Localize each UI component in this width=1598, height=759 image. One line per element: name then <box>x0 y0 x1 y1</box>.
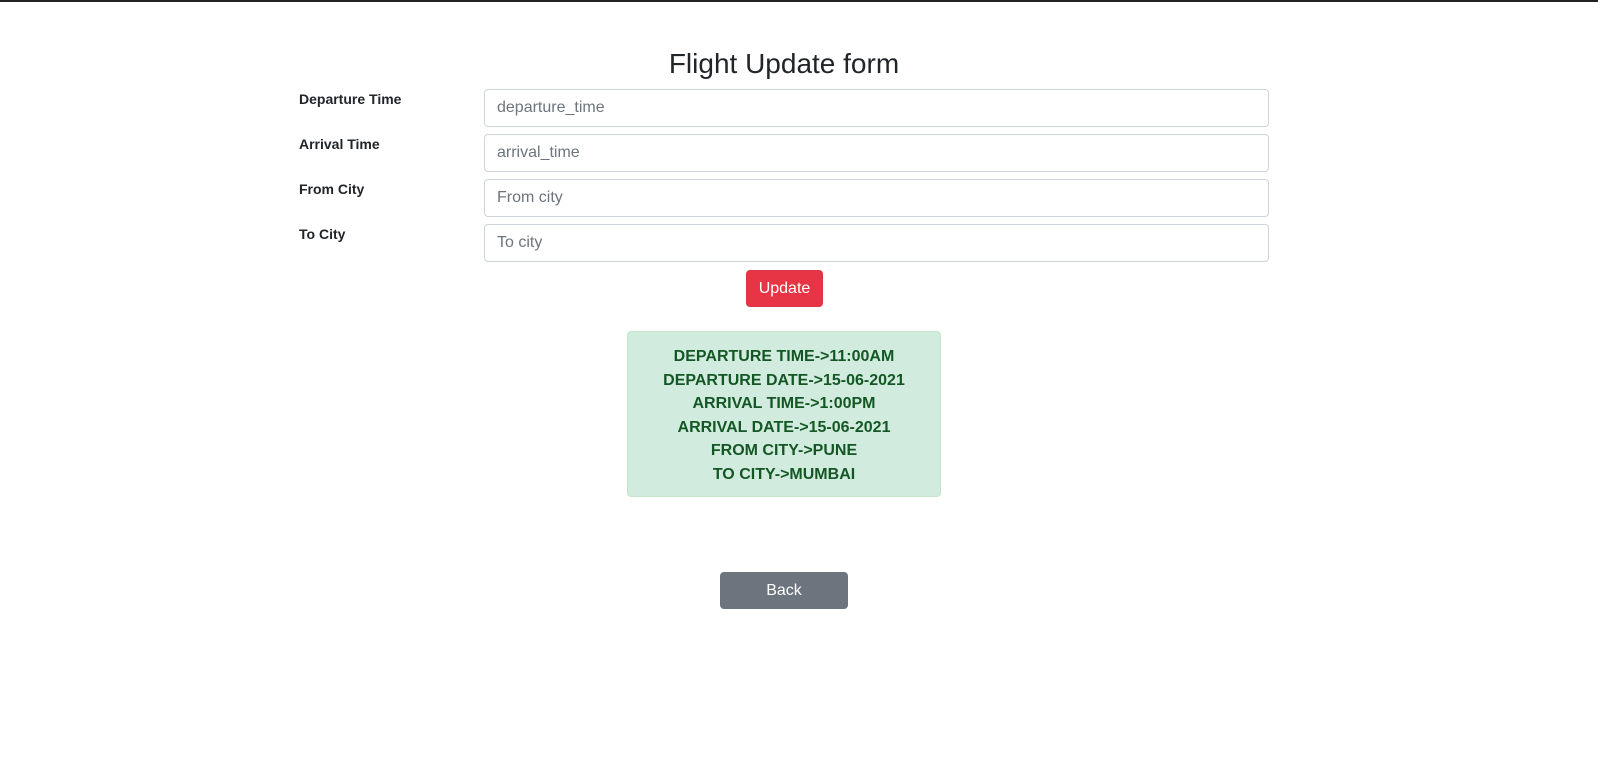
departure-time-row: Departure Time <box>299 89 1269 127</box>
departure-date-info: DEPARTURE DATE->15-06-2021 <box>663 371 905 389</box>
from-city-label: From City <box>299 181 365 197</box>
from-city-row: From City <box>299 179 1269 217</box>
to-city-input[interactable] <box>484 224 1269 262</box>
arrival-time-input[interactable] <box>484 134 1269 172</box>
to-city-row: To City <box>299 224 1269 262</box>
arrival-time-row: Arrival Time <box>299 134 1269 172</box>
to-city-label: To City <box>299 226 346 242</box>
page: Flight Update form Departure Time Arriva… <box>0 0 1598 759</box>
to-city-info: TO CITY->MUMBAI <box>712 465 856 483</box>
from-city-info: FROM CITY->PUNE <box>710 442 858 459</box>
arrival-time-info: ARRIVAL TIME->1:00PM <box>692 395 876 412</box>
arrival-date-info: ARRIVAL DATE->15-06-2021 <box>677 418 891 436</box>
back-button[interactable]: Back <box>720 572 848 609</box>
departure-time-label: Departure Time <box>299 91 402 107</box>
arrival-time-label: Arrival Time <box>299 136 380 152</box>
flight-info-alert: DEPARTURE TIME->11:00AM DEPARTURE DATE->… <box>627 331 941 497</box>
page-title: Flight Update form <box>668 48 900 79</box>
departure-time-info: DEPARTURE TIME->11:00AM <box>673 348 895 365</box>
departure-time-input[interactable] <box>484 89 1269 127</box>
top-border <box>0 0 1598 2</box>
update-button[interactable]: Update <box>746 270 823 307</box>
from-city-input[interactable] <box>484 179 1269 217</box>
